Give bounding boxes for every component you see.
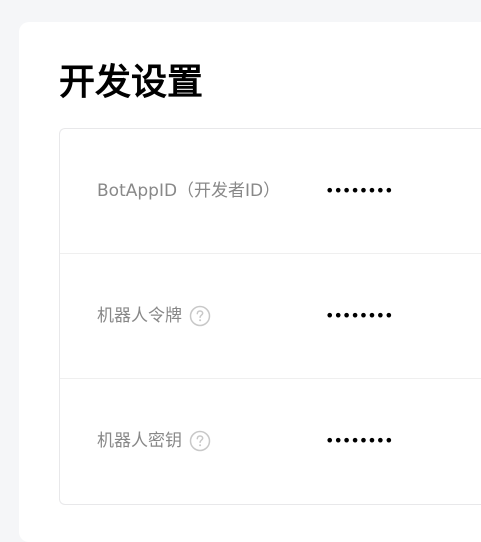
setting-row-botappid: BotAppID（开发者ID） •••••••• xyxy=(60,129,481,254)
question-circle-icon[interactable] xyxy=(189,430,211,452)
setting-value-bot-token: •••••••• xyxy=(325,306,393,325)
page-title: 开发设置 xyxy=(59,62,204,103)
setting-label-text: 机器人令牌 xyxy=(97,306,182,326)
settings-card: 开发设置 BotAppID（开发者ID） •••••••• 机器人令牌 ••••… xyxy=(19,22,481,542)
setting-label-bot-token: 机器人令牌 xyxy=(97,304,211,328)
setting-label-bot-secret: 机器人密钥 xyxy=(97,429,211,453)
settings-list: BotAppID（开发者ID） •••••••• 机器人令牌 •••••••• xyxy=(59,128,481,505)
question-circle-icon[interactable] xyxy=(189,305,211,327)
setting-value-botappid: •••••••• xyxy=(325,181,393,200)
setting-label-text: 机器人密钥 xyxy=(97,431,182,451)
setting-label-text: BotAppID（开发者ID） xyxy=(97,181,281,201)
setting-row-bot-token: 机器人令牌 •••••••• xyxy=(60,254,481,379)
setting-label-botappid: BotAppID（开发者ID） xyxy=(97,179,280,203)
setting-value-bot-secret: •••••••• xyxy=(325,431,393,450)
setting-row-bot-secret: 机器人密钥 •••••••• xyxy=(60,379,481,504)
